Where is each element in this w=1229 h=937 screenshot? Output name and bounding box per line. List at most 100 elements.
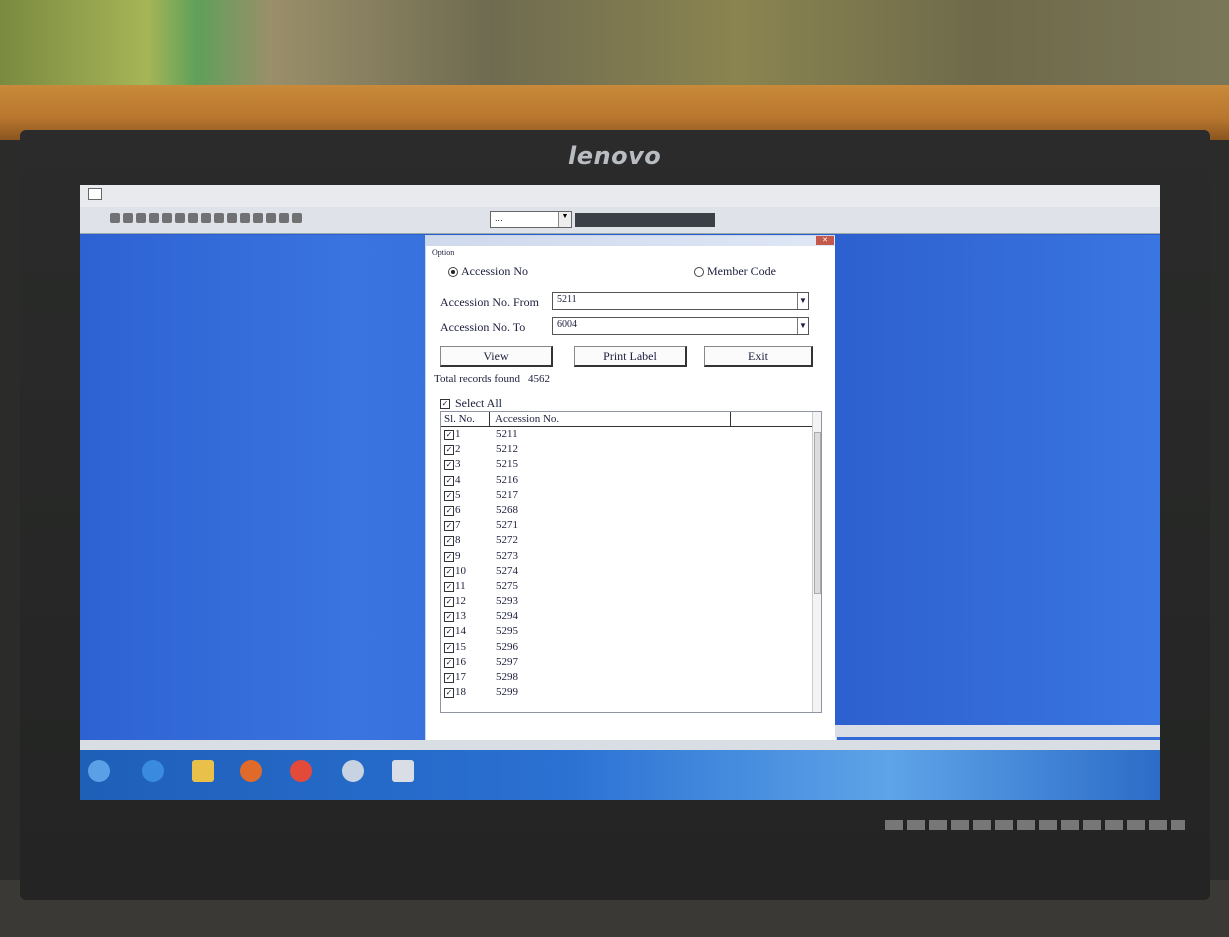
checkbox-checked-icon[interactable]: ✓ (444, 536, 454, 547)
print-icon[interactable] (201, 213, 211, 223)
accession-list[interactable]: Sl. No. Accession No. ✓ 1 5211 ✓ 2 5212 ✓ 3 5215… (440, 411, 822, 713)
row-sl-no: 13 (455, 610, 466, 623)
open-icon[interactable] (175, 213, 185, 223)
radio-member-code[interactable]: Member Code (694, 264, 776, 279)
chevron-down-icon[interactable]: ▼ (797, 318, 808, 334)
help-icon[interactable] (279, 213, 289, 223)
accession-to-label: Accession No. To (440, 320, 526, 334)
row-accession-no: 5271 (496, 519, 518, 532)
list-item[interactable]: ✓ 3 5215 (441, 457, 801, 472)
radio-unselected-icon[interactable] (694, 266, 704, 277)
row-sl-no: 11 (455, 579, 466, 592)
list-item[interactable]: ✓ 12 5293 (441, 594, 801, 609)
row-sl-no: 16 (455, 655, 466, 668)
app-icon (88, 188, 102, 200)
back-icon[interactable] (110, 213, 120, 223)
folder-icon[interactable] (192, 760, 214, 782)
list-item[interactable]: ✓ 5 5217 (441, 488, 801, 503)
list-item[interactable]: ✓ 18 5299 (441, 685, 801, 700)
list-item[interactable]: ✓ 8 5272 (441, 533, 801, 548)
checkbox-checked-icon[interactable]: ✓ (444, 597, 454, 608)
search-icon[interactable] (214, 213, 224, 223)
row-sl-no: 9 (455, 549, 461, 562)
select-all-label: Select All (455, 396, 502, 410)
refresh-icon[interactable] (149, 213, 159, 223)
info-icon[interactable] (292, 213, 302, 223)
row-sl-no: 1 (455, 428, 461, 440)
checkbox-checked-icon[interactable]: ✓ (444, 490, 454, 501)
checkbox-checked-icon[interactable]: ✓ (444, 642, 454, 653)
internet-explorer-icon[interactable] (142, 760, 164, 782)
column-header-accession-no[interactable]: Accession No. (490, 412, 731, 426)
scrollbar-thumb[interactable] (814, 432, 821, 594)
save-icon[interactable] (188, 213, 198, 223)
monitor-vent (885, 820, 1185, 830)
vertical-scrollbar[interactable] (812, 412, 821, 712)
close-icon[interactable]: ✕ (816, 236, 834, 245)
chevron-down-icon[interactable]: ▼ (558, 212, 571, 227)
row-accession-no: 5215 (496, 458, 518, 471)
redo-icon[interactable] (266, 213, 276, 223)
checkbox-checked-icon[interactable]: ✓ (440, 398, 450, 409)
list-item[interactable]: ✓ 16 5297 (441, 655, 801, 670)
list-item[interactable]: ✓ 14 5295 (441, 624, 801, 639)
list-item[interactable]: ✓ 10 5274 (441, 564, 801, 579)
list-item[interactable]: ✓ 2 5212 (441, 442, 801, 457)
checkbox-checked-icon[interactable]: ✓ (444, 460, 454, 471)
row-sl-no: 12 (455, 595, 466, 608)
row-accession-no: 5216 (496, 473, 518, 486)
media-player-icon[interactable] (240, 760, 262, 782)
checkbox-checked-icon[interactable]: ✓ (444, 551, 454, 562)
checkbox-checked-icon[interactable]: ✓ (444, 612, 454, 623)
list-item[interactable]: ✓ 17 5298 (441, 670, 801, 685)
checkbox-checked-icon[interactable]: ✓ (444, 445, 454, 456)
list-item[interactable]: ✓ 13 5294 (441, 609, 801, 624)
row-accession-no: 5275 (496, 579, 518, 592)
radio-member-label: Member Code (707, 264, 776, 278)
accession-from-combo[interactable]: 5211 ▼ (552, 292, 809, 310)
checkbox-checked-icon[interactable]: ✓ (444, 521, 454, 532)
accession-to-combo[interactable]: 6004 ▼ (552, 317, 809, 335)
radio-accession-no[interactable]: Accession No (448, 264, 528, 279)
row-accession-no: 5273 (496, 549, 518, 562)
dialog-titlebar: ✕ (426, 236, 836, 246)
checkbox-checked-icon[interactable]: ✓ (444, 475, 454, 486)
list-item[interactable]: ✓ 1 5211 (441, 427, 801, 442)
list-item[interactable]: ✓ 4 5216 (441, 473, 801, 488)
chrome-icon[interactable] (290, 760, 312, 782)
start-button-icon[interactable] (88, 760, 110, 782)
checkbox-checked-icon[interactable]: ✓ (444, 505, 454, 516)
view-button[interactable]: View (440, 346, 553, 367)
list-item[interactable]: ✓ 15 5296 (441, 640, 801, 655)
forward-icon[interactable] (123, 213, 133, 223)
column-header-sl-no[interactable]: Sl. No. (441, 412, 490, 426)
new-icon[interactable] (162, 213, 172, 223)
stop-icon[interactable] (136, 213, 146, 223)
checkbox-checked-icon[interactable]: ✓ (444, 688, 454, 699)
list-item[interactable]: ✓ 6 5268 (441, 503, 801, 518)
list-item[interactable]: ✓ 9 5273 (441, 549, 801, 564)
checkbox-checked-icon[interactable]: ✓ (444, 581, 454, 592)
app-shortcut-icon[interactable] (342, 760, 364, 782)
paste-icon[interactable] (240, 213, 250, 223)
list-item[interactable]: ✓ 11 5275 (441, 579, 801, 594)
checkbox-checked-icon[interactable]: ✓ (444, 627, 454, 638)
checkbox-checked-icon[interactable]: ✓ (444, 673, 454, 683)
row-accession-no: 5299 (496, 686, 518, 699)
toolbar-combo[interactable]: ... ▼ (490, 211, 572, 228)
undo-icon[interactable] (253, 213, 263, 223)
print-label-button[interactable]: Print Label (574, 346, 687, 367)
library-app-icon[interactable] (392, 760, 414, 782)
exit-button[interactable]: Exit (704, 346, 813, 367)
row-sl-no: 14 (455, 625, 466, 638)
checkbox-checked-icon[interactable]: ✓ (444, 657, 454, 668)
checkbox-checked-icon[interactable]: ✓ (444, 566, 454, 577)
row-sl-no: 4 (455, 473, 461, 486)
row-sl-no: 15 (455, 640, 466, 653)
select-all-checkbox[interactable]: ✓ Select All (440, 396, 502, 411)
radio-selected-icon[interactable] (448, 266, 458, 277)
list-item[interactable]: ✓ 7 5271 (441, 518, 801, 533)
checkbox-checked-icon[interactable]: ✓ (444, 430, 454, 440)
chevron-down-icon[interactable]: ▼ (797, 293, 808, 309)
copy-icon[interactable] (227, 213, 237, 223)
